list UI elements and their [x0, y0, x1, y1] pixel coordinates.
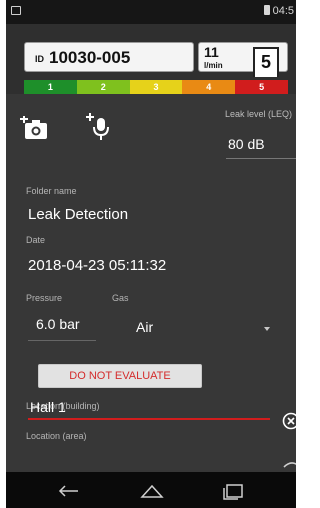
leak-id-box: ID 10030-005: [24, 42, 194, 72]
flow-unit: l/min: [204, 61, 223, 70]
location-building-field[interactable]: Hall 1: [30, 399, 66, 415]
add-voice-icon[interactable]: [86, 112, 110, 142]
chevron-down-icon[interactable]: [264, 327, 270, 331]
home-icon[interactable]: [139, 482, 165, 500]
gas-label: Gas: [112, 293, 129, 303]
date-field[interactable]: 2018-04-23 05:11:32: [28, 257, 166, 274]
folder-label: Folder name: [26, 186, 77, 196]
system-navbar: [6, 472, 296, 508]
location-building-underline: [28, 418, 270, 420]
folder-field[interactable]: Leak Detection: [28, 206, 128, 223]
leak-level-value[interactable]: 80 dB: [228, 136, 265, 152]
status-time: 04:5: [263, 5, 294, 17]
leak-level-underline: [226, 158, 296, 159]
scale-segment: 3: [129, 80, 183, 94]
scale-segment: 5: [235, 80, 288, 94]
leak-class-marker: 5: [253, 47, 279, 77]
clear-icon[interactable]: [282, 412, 296, 430]
do-not-evaluate-button[interactable]: DO NOT EVALUATE: [38, 364, 202, 388]
sim-icon: [11, 6, 21, 15]
location-area-label: Location (area): [26, 431, 87, 441]
leak-level-label: Leak level (LEQ): [224, 109, 292, 119]
id-prefix: ID: [35, 54, 44, 64]
add-photo-icon[interactable]: [20, 116, 50, 140]
back-icon[interactable]: [56, 482, 82, 500]
pressure-underline: [28, 340, 96, 341]
app-screen: 04:5 ID 10030-005 11 l/min 5 1 2 3 4 5 L…: [6, 0, 296, 508]
flow-box: 11 l/min 5: [198, 42, 288, 77]
scroll-indicator-icon: [283, 462, 296, 468]
pressure-label: Pressure: [26, 293, 63, 303]
recents-icon[interactable]: [220, 482, 246, 500]
scale-segment: 1: [24, 80, 77, 94]
gas-select[interactable]: Air: [136, 319, 153, 335]
scale-segment: 2: [76, 80, 130, 94]
date-label: Date: [26, 235, 46, 245]
leak-id: 10030-005: [49, 48, 131, 67]
battery-icon: [263, 5, 270, 15]
status-bar: 04:5: [6, 0, 296, 24]
form-body: Leak level (LEQ) 80 dB Folder name Leak …: [6, 94, 296, 472]
leak-header: ID 10030-005 11 l/min 5: [6, 24, 296, 80]
pressure-field[interactable]: 6.0 bar: [36, 316, 80, 332]
flow-value: 11: [204, 44, 219, 60]
clock-text: 04:5: [272, 5, 294, 17]
leak-class-scale: 1 2 3 4 5: [24, 80, 288, 94]
scale-segment: 4: [182, 80, 236, 94]
